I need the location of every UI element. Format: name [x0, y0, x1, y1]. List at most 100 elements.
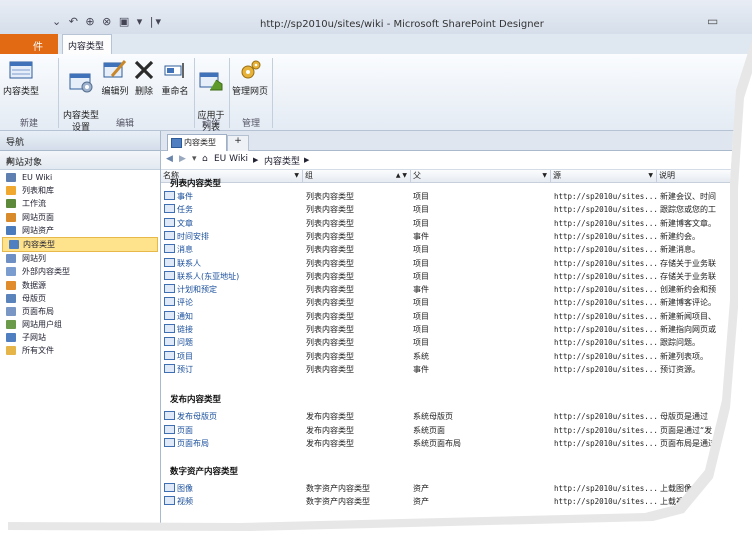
sidebar-item-label: 子网站	[22, 333, 46, 343]
sidebar-item-10[interactable]: 页面布局	[0, 305, 160, 318]
column-header-parent[interactable]: 父 ▼	[411, 170, 551, 182]
table-row[interactable]: 通知 列表内容类型 项目 http://sp2010u/sites... 新建新闻项目、	[161, 310, 752, 323]
content-type-name: 联系人	[177, 258, 201, 268]
sort-dropdown-icon[interactable]: ▼	[648, 170, 653, 182]
sidebar-item-12[interactable]: 子网站	[0, 331, 160, 344]
ribbon-separator	[58, 58, 59, 128]
table-row[interactable]: 文章 列表内容类型 项目 http://sp2010u/sites... 新建博客文章。	[161, 217, 752, 230]
forward-button[interactable]: ▶	[179, 154, 186, 164]
content-type-name-link[interactable]: 问题	[164, 336, 193, 349]
parent-cell: 项目	[413, 218, 429, 228]
content-type-name-link[interactable]: 链接	[164, 323, 193, 336]
minimize-button[interactable]: ▭	[707, 14, 718, 28]
sidebar-item-1[interactable]: 列表和库	[0, 184, 160, 197]
content-type-name-link[interactable]: 页面	[164, 424, 193, 437]
tab-content-types[interactable]: 内容类型	[62, 34, 112, 55]
content-type-name-link[interactable]: 图像	[164, 482, 193, 495]
collapse-nav-button[interactable]: ‹	[6, 135, 10, 145]
sidebar-item-5[interactable]: 内容类型	[2, 236, 158, 253]
table-row[interactable]: 消息 列表内容类型 项目 http://sp2010u/sites... 新建消息。	[161, 243, 752, 256]
content-type-name-link[interactable]: 事件	[164, 190, 193, 203]
column-header-source[interactable]: 源 ▼	[551, 170, 657, 182]
site-objects-toggle[interactable]: ▲	[6, 155, 13, 165]
content-type-name-link[interactable]: 联系人(东亚地址)	[164, 270, 239, 283]
group-new-label: 新建	[20, 119, 39, 129]
content-type-icon	[164, 191, 175, 200]
table-row[interactable]: 图像 数字资产内容类型 资产 http://sp2010u/sites... 上载图像	[161, 482, 752, 495]
parent-cell: 项目	[413, 338, 429, 348]
content-type-name-link[interactable]: 预订	[164, 363, 193, 376]
sidebar-item-9[interactable]: 母版页	[0, 292, 160, 305]
content-type-name-link[interactable]: 文章	[164, 217, 193, 230]
content-type-name-link[interactable]: 时间安排	[164, 230, 209, 243]
source-cell: http://sp2010u/sites...	[554, 311, 658, 321]
manage-pages-button[interactable]: 管理网页	[230, 58, 270, 98]
sort-dropdown-icon[interactable]: ▲ ▼	[396, 170, 407, 182]
source-cell: http://sp2010u/sites...	[554, 298, 658, 308]
content-type-icon	[164, 424, 175, 434]
edit-columns-button[interactable]: 编辑列	[100, 58, 130, 98]
new-tab-button[interactable]: +	[227, 135, 249, 151]
table-row[interactable]: 页面布局 发布内容类型 系统页面布局 http://sp2010u/sites... 页…	[161, 437, 752, 450]
content-type-name-link[interactable]: 发布母版页	[164, 410, 217, 423]
table-row[interactable]: 问题 列表内容类型 项目 http://sp2010u/sites... 跟踪问题。	[161, 336, 752, 349]
sidebar-item-4[interactable]: 网站资产	[0, 224, 160, 237]
site-objects-header[interactable]: 网站对象 ▲	[0, 151, 160, 170]
table-row[interactable]: 链接 列表内容类型 项目 http://sp2010u/sites... 新建指向网页或	[161, 323, 752, 336]
source-cell: http://sp2010u/sites...	[554, 412, 658, 422]
sidebar-item-11[interactable]: 网站用户组	[0, 318, 160, 331]
sidebar-item-6[interactable]: 网站列	[0, 252, 160, 265]
content-type-name-link[interactable]: 评论	[164, 296, 193, 309]
rename-button[interactable]: 重命名	[159, 58, 191, 98]
table-row[interactable]: 视频 数字资产内容类型 资产 http://sp2010u/sites... 上载视频	[161, 495, 752, 508]
quick-access-toolbar[interactable]: ⌄ ↶ ⊕ ⊗ ▣ ▾ |▾	[52, 15, 163, 28]
table-row[interactable]: 任务 列表内容类型 项目 http://sp2010u/sites... 跟踪您或您的工	[161, 203, 752, 216]
breadcrumb-separator[interactable]: ▶	[304, 156, 309, 164]
history-dropdown[interactable]: ▾	[192, 154, 197, 164]
parent-cell: 项目	[413, 271, 429, 281]
breadcrumb-content-types[interactable]: 内容类型	[264, 154, 300, 167]
tab-content-types-document[interactable]: 内容类型	[167, 134, 227, 151]
sidebar-item-3[interactable]: 网站页面	[0, 211, 160, 224]
content-type-name: 视频	[177, 497, 193, 507]
file-tab[interactable]: 件	[0, 34, 58, 54]
home-icon: ⌂	[202, 154, 208, 164]
master-pages-icon	[6, 293, 16, 303]
sidebar-item-7[interactable]: 外部内容类型	[0, 265, 160, 278]
table-row[interactable]: 计划和预定 列表内容类型 事件 http://sp2010u/sites... 创建新约…	[161, 283, 752, 296]
sidebar-item-0[interactable]: EU Wiki	[0, 171, 160, 184]
sort-dropdown-icon[interactable]: ▼	[542, 170, 547, 182]
table-row[interactable]: 项目 列表内容类型 系统 http://sp2010u/sites... 新建列表项。	[161, 350, 752, 363]
delete-button[interactable]: 删除	[132, 58, 156, 98]
table-row[interactable]: 发布母版页 发布内容类型 系统母版页 http://sp2010u/sites... 母…	[161, 410, 752, 423]
content-type-name-link[interactable]: 任务	[164, 203, 193, 216]
content-type-name-link[interactable]: 项目	[164, 350, 193, 363]
table-row[interactable]: 事件 列表内容类型 项目 http://sp2010u/sites... 新建会议、时间	[161, 190, 752, 203]
content-type-name-link[interactable]: 通知	[164, 310, 193, 323]
breadcrumb-separator[interactable]: ▶	[253, 156, 258, 164]
parent-cell: 事件	[413, 285, 429, 295]
table-row[interactable]: 联系人(东亚地址) 列表内容类型 项目 http://sp2010u/sites...…	[161, 270, 752, 283]
sidebar-item-13[interactable]: 所有文件	[0, 344, 160, 357]
content-type-icon	[164, 496, 175, 506]
table-row[interactable]: 预订 列表内容类型 事件 http://sp2010u/sites... 预订资源。	[161, 363, 752, 376]
table-row[interactable]: 页面 发布内容类型 系统页面 http://sp2010u/sites... 页面是通过…	[161, 424, 752, 437]
content-types-button[interactable]: 内容类型	[2, 58, 40, 98]
sidebar-item-8[interactable]: 数据源	[0, 279, 160, 292]
content-type-settings-button[interactable]: 内容类型 设置	[62, 58, 100, 134]
content-type-name-link[interactable]: 视频	[164, 495, 193, 508]
sidebar-item-label: 网站用户组	[22, 320, 62, 330]
sort-dropdown-icon[interactable]: ▼	[294, 170, 299, 182]
table-row[interactable]: 时间安排 列表内容类型 事件 http://sp2010u/sites... 新建约会。	[161, 230, 752, 243]
breadcrumb-eu-wiki[interactable]: EU Wiki	[214, 154, 248, 164]
table-row[interactable]: 联系人 列表内容类型 项目 http://sp2010u/sites... 存储关于业务…	[161, 257, 752, 270]
content-type-icon	[164, 411, 175, 421]
content-type-name-link[interactable]: 计划和预定	[164, 283, 217, 296]
table-row[interactable]: 评论 列表内容类型 项目 http://sp2010u/sites... 新建博客评论。	[161, 296, 752, 309]
content-type-name-link[interactable]: 消息	[164, 243, 193, 256]
content-type-name-link[interactable]: 页面布局	[164, 437, 209, 450]
sidebar-item-2[interactable]: 工作流	[0, 197, 160, 210]
content-type-name-link[interactable]: 联系人	[164, 257, 201, 270]
column-header-group[interactable]: 组 ▲ ▼	[303, 170, 411, 182]
back-button[interactable]: ◀	[166, 154, 173, 164]
